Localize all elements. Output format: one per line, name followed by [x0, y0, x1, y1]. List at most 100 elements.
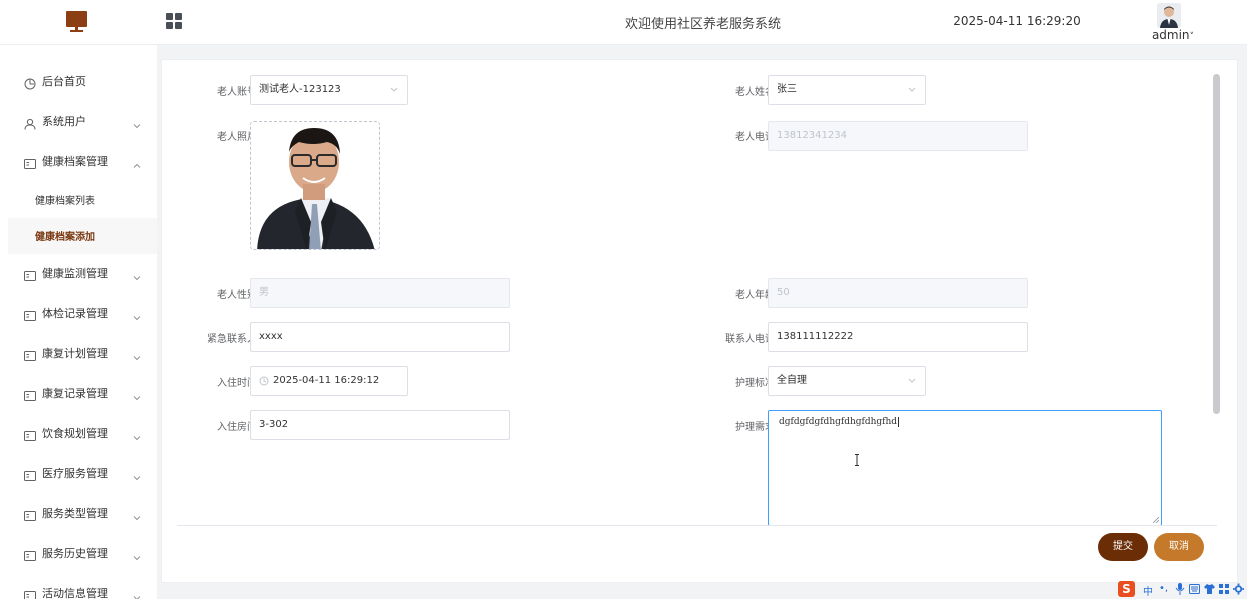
chevron-down-icon	[908, 378, 916, 383]
ime-toolbar[interactable]: S 中 •,	[1116, 580, 1247, 599]
sidebar-item-label: 系统用户	[42, 115, 86, 128]
photo-label: 老人照片	[217, 132, 257, 143]
sidebar-item-5[interactable]: 康复计划管理	[0, 334, 157, 374]
list-icon	[24, 267, 36, 281]
name-select[interactable]: 张三	[768, 75, 926, 105]
form-scrollbar[interactable]	[1213, 74, 1220, 414]
care-needs-textarea[interactable]: dgfdgfdgfdhgfdhgfdhgfhd	[768, 410, 1162, 525]
emergency-contact-label: 紧急联系人	[207, 334, 257, 345]
sidebar-item-2[interactable]: 健康档案管理	[0, 142, 157, 182]
system-title: 欢迎使用社区养老服务系统	[624, 17, 781, 32]
list-icon	[24, 155, 36, 169]
submenu-item-1[interactable]: 健康档案添加	[8, 218, 157, 254]
ime-punct-icon[interactable]: •,	[1159, 583, 1168, 594]
account-select[interactable]: 测试老人-123123	[250, 75, 408, 105]
cancel-button[interactable]: 取消	[1154, 533, 1204, 561]
sidebar-item-6[interactable]: 康复记录管理	[0, 374, 157, 414]
sidebar-item-label: 服务类型管理	[42, 507, 108, 520]
ime-mode[interactable]: 中	[1143, 583, 1153, 598]
user-menu[interactable]: admin˅	[1150, 28, 1196, 42]
shirt-skin-icon[interactable]	[1204, 583, 1215, 595]
sidebar: 后台首页 系统用户 健康档案管理 健康档案列表 健康档案添加 健康监测管理 体检记录管理 康复…	[0, 45, 157, 599]
emergency-contact-input[interactable]: xxxx	[250, 322, 510, 352]
chevron-down-icon	[133, 467, 141, 481]
chevron-down-icon	[133, 587, 141, 599]
phone-value: 13812341234	[777, 130, 847, 141]
sidebar-item-8[interactable]: 医疗服务管理	[0, 454, 157, 494]
age-label: 老人年龄	[735, 290, 775, 301]
submit-button[interactable]: 提交	[1098, 533, 1148, 561]
name-value: 张三	[777, 84, 797, 95]
user-icon	[24, 115, 36, 130]
care-level-select[interactable]: 全自理	[768, 366, 926, 396]
submenu-item-label: 健康档案添加	[35, 232, 95, 243]
submenu-item-0[interactable]: 健康档案列表	[0, 182, 157, 218]
list-icon	[24, 507, 36, 521]
gender-value: 男	[259, 287, 269, 298]
gender-label: 老人性别	[217, 290, 257, 301]
checkin-time-label: 入住时间	[217, 378, 257, 389]
text-cursor-icon	[855, 454, 859, 466]
gender-input[interactable]: 男	[250, 278, 510, 308]
sidebar-item-3[interactable]: 健康监测管理	[0, 254, 157, 294]
chevron-down-icon	[133, 347, 141, 361]
phone-label: 老人电话	[735, 132, 775, 143]
sidebar-item-label: 饮食规划管理	[42, 427, 108, 440]
sidebar-item-9[interactable]: 服务类型管理	[0, 494, 157, 534]
submenu-item-label: 健康档案列表	[35, 196, 95, 207]
room-input[interactable]: 3-302	[250, 410, 510, 440]
sidebar-item-label: 体检记录管理	[42, 307, 108, 320]
care-level-label: 护理标准	[735, 378, 775, 389]
list-icon	[24, 587, 36, 599]
list-icon	[24, 307, 36, 321]
monitor-logo-icon	[66, 11, 87, 33]
checkin-time-value: 2025-04-11 16:29:12	[273, 375, 380, 386]
sidebar-item-4[interactable]: 体检记录管理	[0, 294, 157, 334]
list-icon	[24, 547, 36, 561]
avatar[interactable]	[1157, 3, 1181, 28]
account-label: 老人账号	[217, 87, 257, 98]
checkin-time-picker[interactable]: 2025-04-11 16:29:12	[250, 366, 408, 396]
photo-upload[interactable]	[250, 121, 380, 250]
clock-icon	[24, 75, 36, 90]
grid-tools-icon[interactable]	[1219, 583, 1230, 595]
sidebar-item-7[interactable]: 饮食规划管理	[0, 414, 157, 454]
list-icon	[24, 387, 36, 401]
contact-phone-input[interactable]: 138111112222	[768, 322, 1028, 352]
grid-menu-icon[interactable]	[166, 13, 182, 29]
age-value: 50	[777, 287, 790, 298]
list-icon	[24, 427, 36, 441]
contact-phone-value: 138111112222	[777, 331, 854, 342]
chevron-down-icon	[133, 387, 141, 401]
sidebar-item-label: 康复记录管理	[42, 387, 108, 400]
room-value: 3-302	[259, 419, 289, 430]
phone-input[interactable]: 13812341234	[768, 121, 1028, 151]
current-datetime: 2025-04-11 16:29:20	[953, 14, 1081, 28]
sidebar-item-0[interactable]: 后台首页	[0, 62, 157, 102]
settings-gear-icon[interactable]	[1233, 583, 1244, 595]
chevron-down-icon	[908, 87, 916, 92]
chevron-down-icon	[133, 547, 141, 561]
chevron-down-icon	[133, 427, 141, 441]
microphone-icon[interactable]	[1175, 583, 1185, 595]
chevron-down-icon	[133, 307, 141, 321]
name-label: 老人姓名	[735, 87, 775, 98]
care-needs-value: dgfdgfdgfdhgfdhgfdhgfhd	[779, 417, 898, 427]
form-card: 老人账号 测试老人-123123 老人姓名 张三 老人照片 老人电话 13812…	[161, 59, 1238, 583]
care-needs-label: 护理需求	[735, 422, 775, 433]
sidebar-item-1[interactable]: 系统用户	[0, 102, 157, 142]
chevron-down-icon	[133, 507, 141, 521]
resize-handle-icon[interactable]	[1153, 517, 1159, 523]
age-input[interactable]: 50	[768, 278, 1028, 308]
chevron-down-icon	[133, 267, 141, 281]
user-caret-icon: ˅	[1189, 32, 1195, 42]
sidebar-item-11[interactable]: 活动信息管理	[0, 574, 157, 599]
sidebar-item-label: 活动信息管理	[42, 587, 108, 599]
list-icon	[24, 467, 36, 481]
keyboard-icon[interactable]	[1189, 584, 1200, 594]
sidebar-item-10[interactable]: 服务历史管理	[0, 534, 157, 574]
chevron-up-icon	[133, 155, 141, 168]
top-bar: 欢迎使用社区养老服务系统 2025-04-11 16:29:20 admin˅	[0, 0, 1247, 45]
elder-photo	[251, 122, 379, 249]
care-level-value: 全自理	[777, 375, 807, 386]
